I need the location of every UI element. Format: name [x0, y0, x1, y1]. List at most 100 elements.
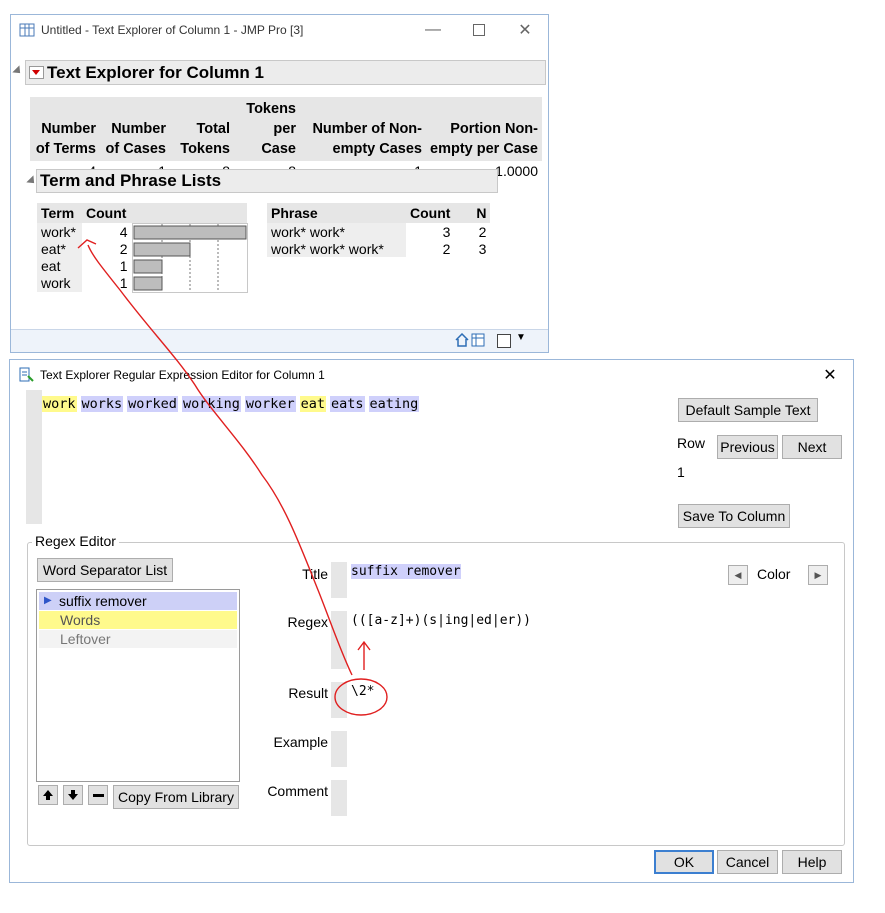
next-button[interactable]: Next — [782, 435, 842, 459]
default-sample-text-button[interactable]: Default Sample Text — [678, 398, 818, 422]
row-value: 1 — [677, 464, 685, 480]
list-item[interactable]: Leftover — [39, 630, 237, 648]
comment-field[interactable] — [331, 780, 825, 816]
example-field[interactable] — [331, 731, 825, 767]
phrase-cell: work* work* — [267, 223, 406, 240]
color-next-button[interactable]: ▶ — [808, 565, 828, 585]
sample-token: eating — [368, 396, 420, 412]
sample-token: working — [181, 396, 241, 412]
col-count: Count — [82, 203, 132, 223]
chevron-left-icon: ◀ — [734, 569, 742, 580]
regex-label: Regex — [287, 614, 328, 630]
sample-text-area[interactable]: work works worked working worker eat eats eatin… — [26, 390, 670, 524]
window-title: Text Explorer Regular Expression Editor … — [40, 368, 325, 382]
list-item-label: suffix remover — [59, 593, 147, 609]
sample-token: work — [42, 396, 77, 412]
table-row[interactable]: work* work* work* 2 3 — [267, 240, 490, 257]
term-table: Term Count work* 4 eat* 2 eat 1 work 1 — [37, 203, 248, 293]
copy-from-library-button[interactable]: Copy From Library — [113, 785, 239, 809]
lists-header: Term and Phrase Lists — [36, 169, 498, 193]
regex-editor-window: Text Explorer Regular Expression Editor … — [9, 359, 854, 883]
term-count-bars — [133, 223, 246, 292]
chevron-down-icon[interactable]: ▼ — [516, 332, 526, 343]
window-select-icon[interactable] — [497, 334, 511, 348]
count-cell: 1 — [119, 258, 128, 275]
col-phrase: Phrase — [267, 203, 406, 223]
term-cell: eat — [37, 257, 82, 275]
col-term: Term — [37, 203, 82, 223]
move-down-button[interactable] — [63, 785, 83, 805]
expression-list[interactable]: ▶ suffix remover Words Leftover — [36, 589, 240, 782]
col-n: N — [454, 203, 491, 223]
title-value: suffix remover — [351, 564, 461, 579]
table-view-icon[interactable] — [471, 333, 485, 350]
regex-value: (([a-z]+)(s|ing|ed|er)) — [351, 613, 532, 628]
row-label: Row — [677, 435, 706, 451]
list-item-label: Leftover — [60, 631, 111, 647]
minimize-icon[interactable]: — — [410, 15, 456, 45]
report-title: Text Explorer for Column 1 — [47, 62, 264, 82]
maximize-icon[interactable] — [456, 15, 502, 45]
list-item-label: Words — [60, 612, 101, 628]
col-portion-nonempty: Portion Non- empty per Case — [426, 97, 542, 161]
close-icon[interactable]: ✕ — [807, 360, 853, 390]
comment-label: Comment — [267, 783, 328, 799]
cancel-button[interactable]: Cancel — [717, 850, 778, 874]
arrow-down-icon — [68, 790, 78, 800]
count-cell: 2 — [119, 240, 128, 257]
home-icon[interactable] — [455, 332, 469, 350]
arrow-up-icon — [43, 790, 53, 800]
close-icon[interactable]: ✕ — [502, 15, 548, 45]
result-label: Result — [288, 685, 328, 701]
result-field[interactable]: \2* — [331, 682, 825, 718]
sample-token: works — [80, 396, 124, 412]
text-explorer-window: Untitled - Text Explorer of Column 1 - J… — [10, 14, 549, 353]
title-field[interactable]: suffix remover — [331, 562, 711, 598]
color-label: Color — [757, 566, 791, 582]
table-row[interactable]: work* 4 — [37, 222, 248, 293]
window-title: Untitled - Text Explorer of Column 1 - J… — [41, 23, 304, 37]
jmp-table-icon — [19, 22, 35, 38]
title-bar[interactable]: Text Explorer Regular Expression Editor … — [10, 360, 853, 390]
col-number-of-cases: Number of Cases — [100, 97, 170, 161]
col-count: Count — [406, 203, 455, 223]
example-label: Example — [273, 734, 328, 750]
remove-button[interactable] — [88, 785, 108, 805]
word-separator-list-button[interactable]: Word Separator List — [37, 558, 173, 582]
term-cell: work — [37, 274, 82, 292]
result-value: \2* — [351, 684, 375, 699]
count-cell: 1 — [119, 275, 128, 292]
status-bar: ▼ — [11, 329, 548, 352]
save-to-column-button[interactable]: Save To Column — [678, 504, 790, 528]
phrase-table: Phrase Count N work* work* 3 2 work* wor… — [267, 203, 491, 257]
chevron-right-icon: ▶ — [814, 569, 822, 580]
col-total-tokens: Total Tokens — [170, 97, 234, 161]
table-row[interactable]: work* work* 3 2 — [267, 223, 490, 240]
red-triangle-menu-icon[interactable] — [29, 66, 44, 79]
sample-token: eat — [299, 396, 327, 412]
n-cell: 3 — [478, 240, 487, 257]
previous-button[interactable]: Previous — [717, 435, 778, 459]
col-tokens-per-case: Tokens per Case — [234, 97, 300, 161]
list-item[interactable]: ▶ suffix remover — [39, 592, 237, 610]
term-bar-chart — [131, 222, 248, 293]
disclosure-icon[interactable] — [12, 65, 24, 77]
list-item[interactable]: Words — [39, 611, 237, 629]
n-cell: 2 — [478, 223, 487, 240]
ok-button[interactable]: OK — [654, 850, 714, 874]
selected-arrow-icon: ▶ — [44, 595, 52, 606]
regex-editor-icon — [18, 367, 34, 383]
regex-field[interactable]: (([a-z]+)(s|ing|ed|er)) — [331, 611, 825, 669]
term-cell: work* — [37, 223, 82, 241]
count-cell: 4 — [119, 223, 128, 240]
color-prev-button[interactable]: ◀ — [728, 565, 748, 585]
minus-icon — [92, 793, 104, 797]
col-nonempty-cases: Number of Non- empty Cases — [300, 97, 426, 161]
sample-token: worker — [244, 396, 296, 412]
term-cell: eat* — [37, 240, 82, 258]
move-up-button[interactable] — [38, 785, 58, 805]
count-cell: 3 — [442, 223, 451, 240]
help-button[interactable]: Help — [782, 850, 842, 874]
term-count-bar — [133, 259, 162, 273]
sample-tokens: work works worked working worker eat eats eatin… — [42, 396, 423, 412]
